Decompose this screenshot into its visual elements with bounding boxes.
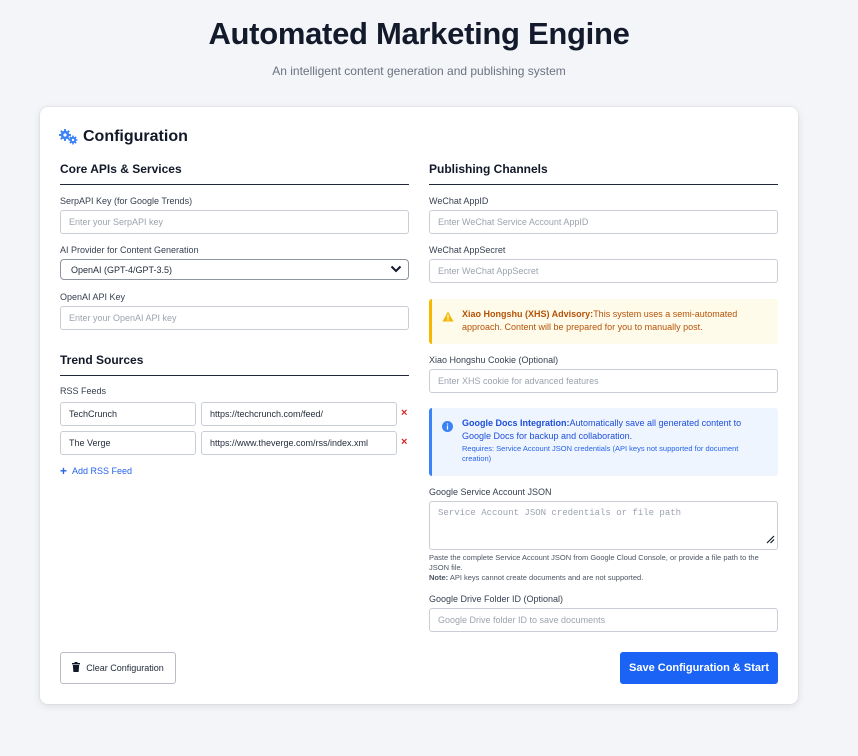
google-docs-info-title: Google Docs Integration: xyxy=(462,418,570,428)
rss-feed-url-input[interactable]: https://techcrunch.com/feed/ xyxy=(201,402,397,426)
service-json-textarea[interactable]: Service Account JSON credentials or file… xyxy=(429,501,778,550)
warning-icon xyxy=(442,309,454,327)
publishing-column: Publishing Channels WeChat AppID Enter W… xyxy=(429,162,778,642)
chevron-down-icon xyxy=(390,265,402,275)
drive-folder-label: Google Drive Folder ID (Optional) xyxy=(429,594,564,604)
xhs-advisory-alert: Xiao Hongshu (XHS) Advisory:This system … xyxy=(429,299,778,344)
core-apis-section-title: Core APIs & Services xyxy=(60,162,409,185)
save-configuration-button[interactable]: Save Configuration & Start xyxy=(620,652,778,684)
serpapi-input[interactable]: Enter your SerpAPI key xyxy=(60,210,409,234)
ai-provider-label: AI Provider for Content Generation xyxy=(60,245,199,255)
wechat-secret-placeholder: Enter WeChat AppSecret xyxy=(438,266,539,276)
wechat-appid-placeholder: Enter WeChat Service Account AppID xyxy=(438,217,589,227)
openai-key-label: OpenAI API Key xyxy=(60,292,126,302)
drive-folder-placeholder: Google Drive folder ID to save documents xyxy=(438,615,606,625)
wechat-secret-label: WeChat AppSecret xyxy=(429,245,506,255)
google-docs-info-alert: Google Docs Integration:Automatically sa… xyxy=(429,408,778,476)
add-rss-feed-label: Add RSS Feed xyxy=(72,466,133,476)
trend-sources-section-title: Trend Sources xyxy=(60,353,409,376)
save-configuration-label: Save Configuration & Start xyxy=(629,662,769,674)
gears-icon xyxy=(59,129,79,145)
remove-feed-icon[interactable]: × xyxy=(401,407,407,419)
configuration-card: Configuration Core APIs & Services SerpA… xyxy=(40,107,798,704)
remove-feed-icon[interactable]: × xyxy=(401,436,407,448)
rss-feed-name: The Verge xyxy=(69,438,111,448)
page-subtitle: An intelligent content generation and pu… xyxy=(272,64,566,78)
service-json-label: Google Service Account JSON xyxy=(429,487,552,497)
rss-feed-url: https://techcrunch.com/feed/ xyxy=(210,409,324,419)
serpapi-placeholder: Enter your SerpAPI key xyxy=(69,217,164,227)
configuration-heading: Configuration xyxy=(59,128,188,146)
openai-key-input[interactable]: Enter your OpenAI API key xyxy=(60,306,409,330)
configuration-title: Configuration xyxy=(83,128,188,145)
openai-key-placeholder: Enter your OpenAI API key xyxy=(69,313,177,323)
service-json-help-text: Paste the complete Service Account JSON … xyxy=(429,553,759,572)
rss-feeds-label: RSS Feeds xyxy=(60,386,107,396)
google-docs-info-text: Google Docs Integration:Automatically sa… xyxy=(462,417,767,464)
page-title: Automated Marketing Engine xyxy=(208,16,630,51)
rss-feed-url-input[interactable]: https://www.theverge.com/rss/index.xml xyxy=(201,431,397,455)
xhs-cookie-placeholder: Enter XHS cookie for advanced features xyxy=(438,376,599,386)
resize-handle-icon[interactable] xyxy=(766,535,775,547)
core-column: Core APIs & Services SerpAPI Key (for Go… xyxy=(60,162,409,642)
clear-configuration-button[interactable]: Clear Configuration xyxy=(60,652,176,684)
drive-folder-input[interactable]: Google Drive folder ID to save documents xyxy=(429,608,778,632)
info-icon xyxy=(442,419,453,437)
rss-feed-name-input[interactable]: The Verge xyxy=(60,431,196,455)
xhs-advisory-text: Xiao Hongshu (XHS) Advisory:This system … xyxy=(462,308,762,334)
xhs-advisory-title: Xiao Hongshu (XHS) Advisory: xyxy=(462,309,594,319)
wechat-appid-label: WeChat AppID xyxy=(429,196,489,206)
ai-provider-select[interactable]: OpenAI (GPT-4/GPT-3.5) xyxy=(60,259,409,280)
ai-provider-value: OpenAI (GPT-4/GPT-3.5) xyxy=(71,264,173,275)
rss-feed-url: https://www.theverge.com/rss/index.xml xyxy=(210,438,369,448)
publishing-section-title: Publishing Channels xyxy=(429,162,778,185)
service-json-help: Paste the complete Service Account JSON … xyxy=(429,553,774,583)
serpapi-label: SerpAPI Key (for Google Trends) xyxy=(60,196,193,206)
wechat-appid-input[interactable]: Enter WeChat Service Account AppID xyxy=(429,210,778,234)
service-json-note: API keys cannot create documents and are… xyxy=(449,573,644,582)
clear-configuration-label: Clear Configuration xyxy=(86,663,164,673)
xhs-cookie-input[interactable]: Enter XHS cookie for advanced features xyxy=(429,369,778,393)
add-rss-feed-button[interactable]: + Add RSS Feed xyxy=(60,464,132,478)
rss-feed-name-input[interactable]: TechCrunch xyxy=(60,402,196,426)
rss-feed-name: TechCrunch xyxy=(69,409,118,419)
trash-icon xyxy=(72,662,81,674)
service-json-note-label: Note: xyxy=(429,573,449,582)
service-json-placeholder: Service Account JSON credentials or file… xyxy=(438,508,682,518)
plus-icon: + xyxy=(60,464,68,478)
google-docs-info-requirement: Requires: Service Account JSON credentia… xyxy=(462,444,739,463)
xhs-cookie-label: Xiao Hongshu Cookie (Optional) xyxy=(429,355,559,365)
wechat-secret-input[interactable]: Enter WeChat AppSecret xyxy=(429,259,778,283)
